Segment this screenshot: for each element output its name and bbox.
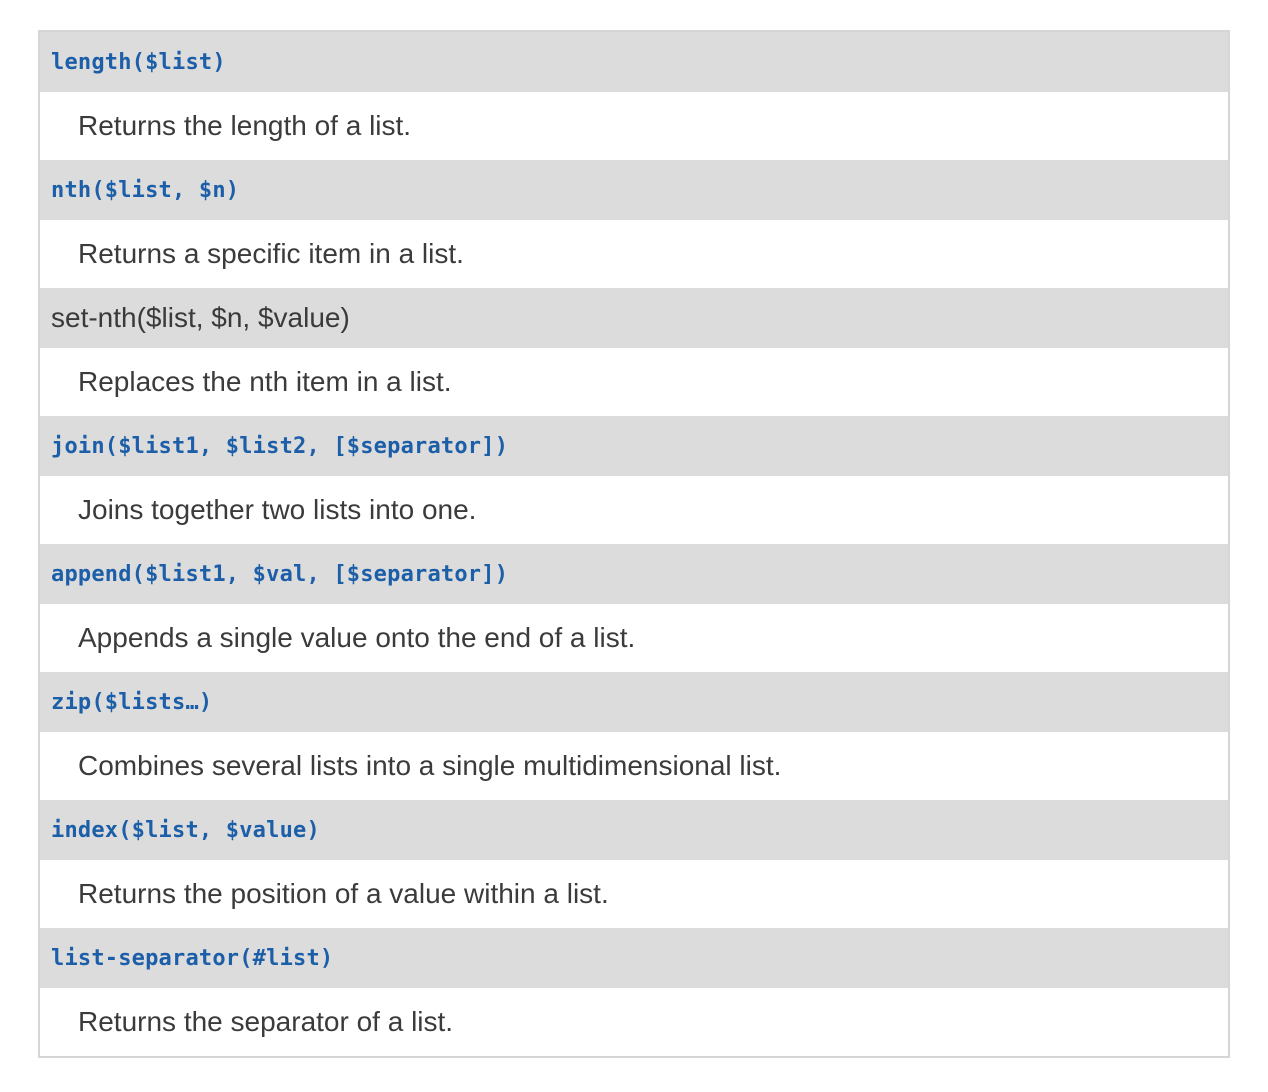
function-signature-row: list-separator(#list) [40,928,1228,988]
function-signature: join($list1, $list2, [$separator]) [51,433,509,459]
function-signature: index($list, $value) [51,817,320,843]
function-signature-row: index($list, $value) [40,800,1228,860]
function-description-row: Appends a single value onto the end of a… [40,604,1228,672]
function-description-row: Combines several lists into a single mul… [40,732,1228,800]
function-signature-row: zip($lists…) [40,672,1228,732]
function-signature: append($list1, $val, [$separator]) [51,561,509,587]
function-description: Returns a specific item in a list. [78,238,464,269]
function-signature: length($list) [51,49,226,75]
function-signature: list-separator(#list) [51,945,334,971]
function-description: Replaces the nth item in a list. [78,366,452,397]
function-reference-table: length($list) Returns the length of a li… [38,30,1230,1058]
function-signature: zip($lists…) [51,689,213,715]
function-description-row: Returns the position of a value within a… [40,860,1228,928]
function-description: Returns the separator of a list. [78,1006,454,1037]
function-description-row: Joins together two lists into one. [40,476,1228,544]
function-signature-row: set-nth($list, $n, $value) [40,288,1228,348]
function-description-row: Returns a specific item in a list. [40,220,1228,288]
function-description: Returns the length of a list. [78,110,412,141]
function-description: Returns the position of a value within a… [78,878,609,909]
function-description-row: Returns the separator of a list. [40,988,1228,1056]
function-signature-row: nth($list, $n) [40,160,1228,220]
function-description-row: Returns the length of a list. [40,92,1228,160]
function-signature: nth($list, $n) [51,177,240,203]
function-signature: set-nth($list, $n, $value) [51,302,350,333]
function-description: Combines several lists into a single mul… [78,750,782,781]
function-description: Appends a single value onto the end of a… [78,622,636,653]
function-signature-row: append($list1, $val, [$separator]) [40,544,1228,604]
function-description: Joins together two lists into one. [78,494,477,525]
function-signature-row: length($list) [40,32,1228,92]
function-signature-row: join($list1, $list2, [$separator]) [40,416,1228,476]
function-description-row: Replaces the nth item in a list. [40,348,1228,416]
